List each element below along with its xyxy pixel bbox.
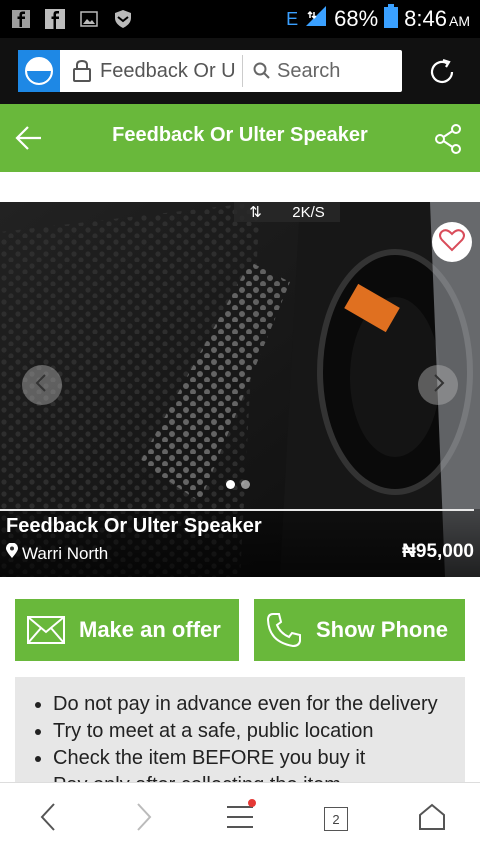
tab-count: 2: [324, 807, 348, 831]
search-input[interactable]: Search: [277, 60, 340, 83]
clock-ampm: AM: [449, 13, 470, 29]
status-bar: E 68% 8:46 AM: [0, 0, 480, 38]
product-title: Feedback Or Ulter Speaker: [6, 515, 262, 537]
carousel-dot[interactable]: [241, 480, 250, 489]
clock-time: 8:46: [404, 6, 447, 31]
location-pin-icon: [6, 542, 18, 564]
favorite-button[interactable]: [432, 222, 472, 262]
app-title-bar: Feedback Or Ulter Speaker: [0, 104, 480, 172]
browser-toolbar: Feedback Or U Search: [0, 38, 480, 104]
chevron-right-icon: [430, 373, 446, 398]
facebook-icon: [10, 9, 32, 29]
search-icon[interactable]: [253, 62, 271, 80]
transfer-arrows-icon: ⇅: [249, 204, 262, 221]
carousel-indicator: [226, 480, 250, 489]
home-icon: [417, 803, 447, 836]
download-speed: 2K/S: [292, 203, 325, 221]
shield-icon: [112, 9, 134, 29]
show-phone-button[interactable]: Show Phone: [254, 599, 465, 661]
heart-icon: [439, 228, 465, 257]
carousel-next-button[interactable]: [418, 365, 458, 405]
list-item: Do not pay in advance even for the deliv…: [53, 691, 465, 718]
download-speed-badge: ⇅ 2K/S: [234, 202, 340, 222]
show-phone-label: Show Phone: [316, 617, 448, 642]
network-type: E: [286, 8, 299, 29]
divider: [0, 509, 474, 511]
image-icon: [78, 9, 100, 29]
browser-logo-icon[interactable]: [18, 50, 60, 92]
home-button[interactable]: [416, 803, 448, 835]
lock-icon: [72, 59, 92, 83]
signal-icon: [304, 4, 328, 34]
chevron-left-icon: [34, 373, 50, 398]
carousel-dot[interactable]: [226, 480, 235, 489]
page-title: Feedback Or Ulter Speaker: [112, 124, 368, 146]
notification-icons: [10, 9, 134, 29]
notification-dot: [248, 799, 256, 807]
url-divider: [242, 55, 243, 87]
address-bar[interactable]: Feedback Or U Search: [18, 50, 402, 92]
phone-icon: [266, 612, 302, 648]
envelope-icon: [27, 616, 65, 644]
forward-button[interactable]: [128, 802, 160, 837]
chevron-right-icon: [135, 802, 153, 837]
facebook-icon: [44, 9, 66, 29]
share-icon[interactable]: [434, 124, 464, 159]
reload-icon[interactable]: [426, 56, 458, 88]
list-item: Try to meet at a safe, public location: [53, 718, 465, 745]
location-text: Warri North: [22, 543, 109, 563]
url-text[interactable]: Feedback Or U: [100, 60, 238, 83]
make-offer-label: Make an offer: [79, 617, 221, 642]
chevron-left-icon: [39, 802, 57, 837]
product-image-carousel[interactable]: ⇅ 2K/S Feedback Or Ulter Speaker Warri N…: [0, 202, 480, 577]
make-offer-button[interactable]: Make an offer: [15, 599, 239, 661]
back-button[interactable]: [32, 802, 64, 837]
battery-percent: 68%: [334, 6, 379, 31]
list-item: Check the item BEFORE you buy it: [53, 745, 465, 772]
menu-button[interactable]: [224, 799, 256, 835]
product-location: Warri North: [6, 542, 109, 564]
status-right: E 68% 8:46 AM: [286, 4, 470, 34]
menu-icon: [225, 804, 255, 835]
product-price: ₦95,000: [402, 541, 474, 562]
tabs-button[interactable]: 2: [320, 803, 352, 835]
clock: 8:46 AM: [404, 6, 470, 32]
safety-tips-list: Do not pay in advance even for the deliv…: [15, 677, 465, 787]
battery-icon: [384, 4, 399, 34]
safety-tips: Do not pay in advance even for the deliv…: [15, 677, 465, 787]
browser-bottom-bar: 2: [0, 782, 480, 855]
carousel-prev-button[interactable]: [22, 365, 62, 405]
spacer: [0, 172, 480, 202]
